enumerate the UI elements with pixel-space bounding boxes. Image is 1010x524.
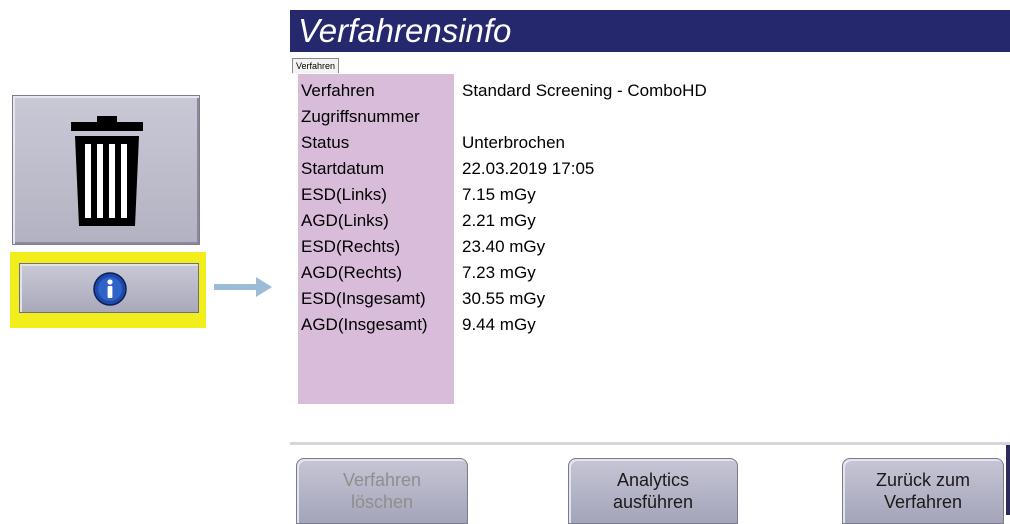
row-value: 22.03.2019 17:05 xyxy=(462,159,595,178)
row-label: Startdatum xyxy=(301,159,385,178)
back-to-procedure-label: Zurück zum Verfahren xyxy=(875,470,971,512)
row-value: 23.40 mGy xyxy=(462,237,546,256)
run-analytics-label: Analytics ausführen xyxy=(612,470,694,512)
tab-verfahren[interactable]: Verfahren xyxy=(292,58,340,73)
row-value: 7.15 mGy xyxy=(462,185,536,204)
row-label: AGD(Rechts) xyxy=(301,263,403,282)
row-value: 9.44 mGy xyxy=(462,315,536,334)
row-label: ESD(Insgesamt) xyxy=(301,289,426,308)
back-to-procedure-button[interactable]: Zurück zum Verfahren xyxy=(842,458,1004,524)
run-analytics-button[interactable]: Analytics ausführen xyxy=(568,458,738,524)
arrow-icon xyxy=(214,277,272,297)
delete-procedure-button[interactable]: Verfahren löschen xyxy=(296,458,468,524)
delete-procedure-label: Verfahren löschen xyxy=(342,470,422,512)
procedure-info-panel: Verfahrensinfo Verfahren Verfahren Stand… xyxy=(290,10,1010,524)
row-label: Zugriffsnummer xyxy=(301,107,420,126)
row-label: Verfahren xyxy=(301,81,375,100)
row-value: 7.23 mGy xyxy=(462,263,536,282)
procedure-info-table: Verfahren Standard Screening - ComboHD Z… xyxy=(298,74,998,404)
row-label: Status xyxy=(301,133,350,152)
row-label: ESD(Rechts) xyxy=(301,237,401,256)
row-label: ESD(Links) xyxy=(301,185,387,204)
row-value: 2.21 mGy xyxy=(462,211,536,230)
row-label: AGD(Links) xyxy=(301,211,389,230)
trash-icon xyxy=(71,116,143,226)
delete-procedure-toolbar-button[interactable] xyxy=(12,95,200,245)
row-value: 30.55 mGy xyxy=(462,289,546,308)
row-label: AGD(Insgesamt) xyxy=(301,315,428,334)
panel-title: Verfahrensinfo xyxy=(290,10,1010,52)
procedure-info-button[interactable] xyxy=(19,263,199,313)
row-value: Unterbrochen xyxy=(462,133,566,152)
info-icon xyxy=(93,272,127,306)
row-value: Standard Screening - ComboHD xyxy=(462,81,707,100)
footer-separator xyxy=(290,442,1010,445)
panel-body: Verfahren Verfahren Standard Screening -… xyxy=(290,52,1010,442)
